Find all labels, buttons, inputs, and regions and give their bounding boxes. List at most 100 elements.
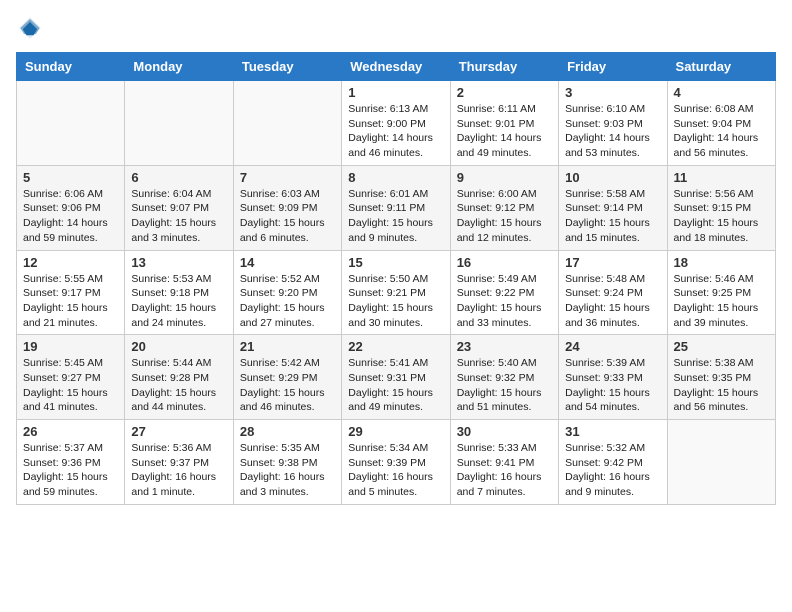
day-info: Sunrise: 6:08 AM Sunset: 9:04 PM Dayligh… bbox=[674, 102, 769, 161]
day-info: Sunrise: 5:45 AM Sunset: 9:27 PM Dayligh… bbox=[23, 356, 118, 415]
calendar-week-row: 1 Sunrise: 6:13 AM Sunset: 9:00 PM Daylig… bbox=[17, 81, 776, 166]
calendar-cell: 2 Sunrise: 6:11 AM Sunset: 9:01 PM Daylig… bbox=[450, 81, 558, 166]
logo bbox=[16, 16, 46, 40]
day-info: Sunrise: 5:35 AM Sunset: 9:38 PM Dayligh… bbox=[240, 441, 335, 500]
weekday-header-sunday: Sunday bbox=[17, 53, 125, 81]
page-header bbox=[16, 16, 776, 40]
calendar-cell: 6 Sunrise: 6:04 AM Sunset: 9:07 PM Daylig… bbox=[125, 165, 233, 250]
calendar-cell: 16 Sunrise: 5:49 AM Sunset: 9:22 PM Dayli… bbox=[450, 250, 558, 335]
day-info: Sunrise: 5:46 AM Sunset: 9:25 PM Dayligh… bbox=[674, 272, 769, 331]
weekday-header-wednesday: Wednesday bbox=[342, 53, 450, 81]
calendar-cell: 15 Sunrise: 5:50 AM Sunset: 9:21 PM Dayli… bbox=[342, 250, 450, 335]
calendar-cell: 17 Sunrise: 5:48 AM Sunset: 9:24 PM Dayli… bbox=[559, 250, 667, 335]
day-info: Sunrise: 5:38 AM Sunset: 9:35 PM Dayligh… bbox=[674, 356, 769, 415]
day-number: 30 bbox=[457, 424, 552, 439]
calendar-cell: 20 Sunrise: 5:44 AM Sunset: 9:28 PM Dayli… bbox=[125, 335, 233, 420]
weekday-header-tuesday: Tuesday bbox=[233, 53, 341, 81]
day-info: Sunrise: 6:03 AM Sunset: 9:09 PM Dayligh… bbox=[240, 187, 335, 246]
calendar-cell: 5Sunrise: 6:06 AM Sunset: 9:06 PM Daylig… bbox=[17, 165, 125, 250]
day-info: Sunrise: 5:53 AM Sunset: 9:18 PM Dayligh… bbox=[131, 272, 226, 331]
calendar-cell: 24 Sunrise: 5:39 AM Sunset: 9:33 PM Dayli… bbox=[559, 335, 667, 420]
calendar-cell: 26Sunrise: 5:37 AM Sunset: 9:36 PM Dayli… bbox=[17, 420, 125, 505]
calendar-week-row: 19 Sunrise: 5:45 AM Sunset: 9:27 PM Dayli… bbox=[17, 335, 776, 420]
calendar-cell: 9Sunrise: 6:00 AM Sunset: 9:12 PM Daylig… bbox=[450, 165, 558, 250]
calendar-cell: 11 Sunrise: 5:56 AM Sunset: 9:15 PM Dayli… bbox=[667, 165, 775, 250]
day-number: 13 bbox=[131, 255, 226, 270]
calendar-cell: 23 Sunrise: 5:40 AM Sunset: 9:32 PM Dayli… bbox=[450, 335, 558, 420]
day-number: 31 bbox=[565, 424, 660, 439]
day-number: 3 bbox=[565, 85, 660, 100]
day-info: Sunrise: 5:40 AM Sunset: 9:32 PM Dayligh… bbox=[457, 356, 552, 415]
day-info: Sunrise: 5:56 AM Sunset: 9:15 PM Dayligh… bbox=[674, 187, 769, 246]
day-number: 8 bbox=[348, 170, 443, 185]
day-number: 19 bbox=[23, 339, 118, 354]
day-number: 27 bbox=[131, 424, 226, 439]
day-number: 22 bbox=[348, 339, 443, 354]
day-info: Sunrise: 5:49 AM Sunset: 9:22 PM Dayligh… bbox=[457, 272, 552, 331]
day-number: 1 bbox=[348, 85, 443, 100]
day-info: Sunrise: 5:32 AM Sunset: 9:42 PM Dayligh… bbox=[565, 441, 660, 500]
weekday-header-thursday: Thursday bbox=[450, 53, 558, 81]
calendar-table: SundayMondayTuesdayWednesdayThursdayFrid… bbox=[16, 52, 776, 505]
day-number: 9 bbox=[457, 170, 552, 185]
calendar-week-row: 12 Sunrise: 5:55 AM Sunset: 9:17 PM Dayli… bbox=[17, 250, 776, 335]
day-info: Sunrise: 5:58 AM Sunset: 9:14 PM Dayligh… bbox=[565, 187, 660, 246]
day-info: Sunrise: 6:11 AM Sunset: 9:01 PM Dayligh… bbox=[457, 102, 552, 161]
day-info: Sunrise: 5:50 AM Sunset: 9:21 PM Dayligh… bbox=[348, 272, 443, 331]
calendar-cell: 3 Sunrise: 6:10 AM Sunset: 9:03 PM Daylig… bbox=[559, 81, 667, 166]
day-info: Sunrise: 5:36 AM Sunset: 9:37 PM Dayligh… bbox=[131, 441, 226, 500]
day-info: Sunrise: 6:01 AM Sunset: 9:11 PM Dayligh… bbox=[348, 187, 443, 246]
calendar-cell: 29Sunrise: 5:34 AM Sunset: 9:39 PM Dayli… bbox=[342, 420, 450, 505]
day-info: Sunrise: 5:39 AM Sunset: 9:33 PM Dayligh… bbox=[565, 356, 660, 415]
calendar-cell: 13 Sunrise: 5:53 AM Sunset: 9:18 PM Dayli… bbox=[125, 250, 233, 335]
calendar-cell: 21Sunrise: 5:42 AM Sunset: 9:29 PM Dayli… bbox=[233, 335, 341, 420]
day-number: 7 bbox=[240, 170, 335, 185]
calendar-cell: 25 Sunrise: 5:38 AM Sunset: 9:35 PM Dayli… bbox=[667, 335, 775, 420]
day-number: 23 bbox=[457, 339, 552, 354]
day-number: 29 bbox=[348, 424, 443, 439]
day-info: Sunrise: 5:52 AM Sunset: 9:20 PM Dayligh… bbox=[240, 272, 335, 331]
calendar-cell: 31 Sunrise: 5:32 AM Sunset: 9:42 PM Dayli… bbox=[559, 420, 667, 505]
calendar-cell: 30 Sunrise: 5:33 AM Sunset: 9:41 PM Dayli… bbox=[450, 420, 558, 505]
day-number: 6 bbox=[131, 170, 226, 185]
day-number: 17 bbox=[565, 255, 660, 270]
day-number: 16 bbox=[457, 255, 552, 270]
day-number: 2 bbox=[457, 85, 552, 100]
calendar-week-row: 26Sunrise: 5:37 AM Sunset: 9:36 PM Dayli… bbox=[17, 420, 776, 505]
calendar-cell: 19 Sunrise: 5:45 AM Sunset: 9:27 PM Dayli… bbox=[17, 335, 125, 420]
calendar-cell: 27 Sunrise: 5:36 AM Sunset: 9:37 PM Dayli… bbox=[125, 420, 233, 505]
day-info: Sunrise: 6:04 AM Sunset: 9:07 PM Dayligh… bbox=[131, 187, 226, 246]
weekday-header-saturday: Saturday bbox=[667, 53, 775, 81]
day-info: Sunrise: 5:33 AM Sunset: 9:41 PM Dayligh… bbox=[457, 441, 552, 500]
logo-icon bbox=[18, 16, 42, 40]
calendar-cell bbox=[17, 81, 125, 166]
day-info: Sunrise: 5:37 AM Sunset: 9:36 PM Dayligh… bbox=[23, 441, 118, 500]
day-info: Sunrise: 6:13 AM Sunset: 9:00 PM Dayligh… bbox=[348, 102, 443, 161]
calendar-cell bbox=[233, 81, 341, 166]
day-number: 25 bbox=[674, 339, 769, 354]
day-info: Sunrise: 5:44 AM Sunset: 9:28 PM Dayligh… bbox=[131, 356, 226, 415]
calendar-cell: 18 Sunrise: 5:46 AM Sunset: 9:25 PM Dayli… bbox=[667, 250, 775, 335]
day-info: Sunrise: 5:55 AM Sunset: 9:17 PM Dayligh… bbox=[23, 272, 118, 331]
day-number: 11 bbox=[674, 170, 769, 185]
day-number: 21 bbox=[240, 339, 335, 354]
day-info: Sunrise: 5:41 AM Sunset: 9:31 PM Dayligh… bbox=[348, 356, 443, 415]
day-info: Sunrise: 5:48 AM Sunset: 9:24 PM Dayligh… bbox=[565, 272, 660, 331]
day-number: 14 bbox=[240, 255, 335, 270]
day-number: 15 bbox=[348, 255, 443, 270]
calendar-cell: 12 Sunrise: 5:55 AM Sunset: 9:17 PM Dayli… bbox=[17, 250, 125, 335]
day-number: 12 bbox=[23, 255, 118, 270]
day-number: 18 bbox=[674, 255, 769, 270]
calendar-cell: 4Sunrise: 6:08 AM Sunset: 9:04 PM Daylig… bbox=[667, 81, 775, 166]
day-number: 28 bbox=[240, 424, 335, 439]
weekday-header-friday: Friday bbox=[559, 53, 667, 81]
calendar-cell bbox=[125, 81, 233, 166]
calendar-week-row: 5Sunrise: 6:06 AM Sunset: 9:06 PM Daylig… bbox=[17, 165, 776, 250]
day-number: 24 bbox=[565, 339, 660, 354]
day-number: 20 bbox=[131, 339, 226, 354]
calendar-cell bbox=[667, 420, 775, 505]
calendar-cell: 28 Sunrise: 5:35 AM Sunset: 9:38 PM Dayli… bbox=[233, 420, 341, 505]
calendar-cell: 8 Sunrise: 6:01 AM Sunset: 9:11 PM Daylig… bbox=[342, 165, 450, 250]
calendar-cell: 1 Sunrise: 6:13 AM Sunset: 9:00 PM Daylig… bbox=[342, 81, 450, 166]
day-info: Sunrise: 6:10 AM Sunset: 9:03 PM Dayligh… bbox=[565, 102, 660, 161]
